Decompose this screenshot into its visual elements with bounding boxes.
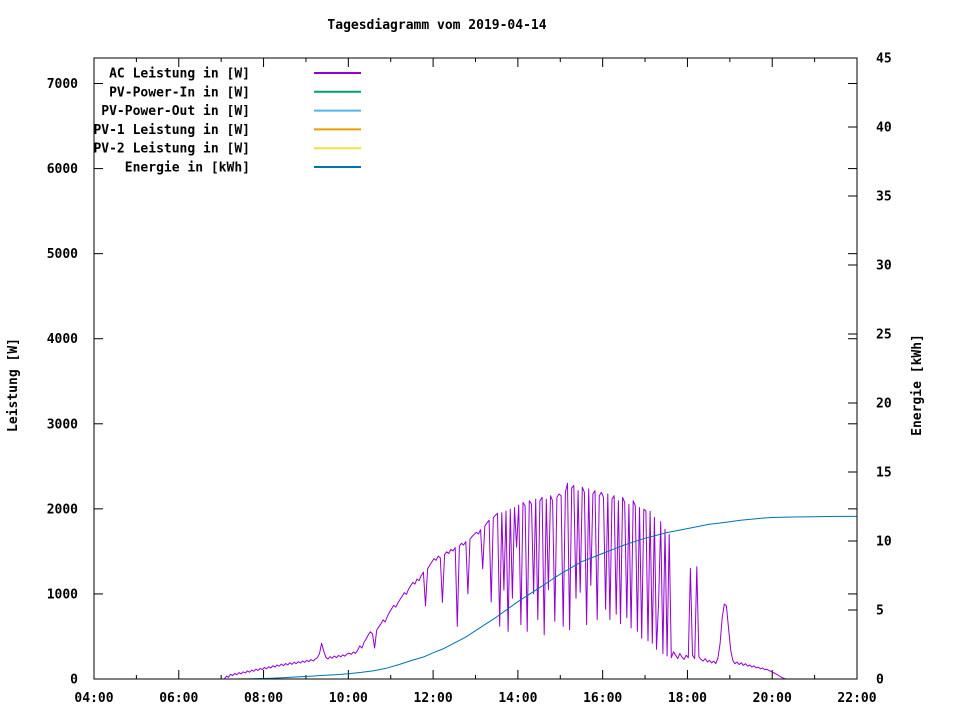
y1-tick-label: 2000: [47, 502, 78, 517]
legend-item: Energie in [kWh]: [125, 161, 361, 176]
x-axis-tick-label: 12:00: [414, 691, 453, 706]
legend-label: PV-Power-Out in [W]: [101, 104, 250, 119]
legend-item: PV-2 Leistung in [W]: [93, 142, 361, 157]
x-axis-tick-label: 22:00: [837, 691, 876, 706]
x-axis-tick-label: 14:00: [498, 691, 537, 706]
y1-tick-label: 1000: [47, 587, 78, 602]
y1-tick-label: 0: [70, 673, 78, 688]
y2-tick-label: 40: [876, 121, 892, 136]
legend-item: AC Leistung in [W]: [109, 67, 361, 82]
series-ac-leistung-in-w: [225, 483, 786, 679]
x-axis-tick-label: 08:00: [244, 691, 283, 706]
legend-label: Energie in [kWh]: [125, 161, 250, 176]
legend-label: AC Leistung in [W]: [109, 67, 250, 82]
y2-tick-label: 45: [876, 52, 892, 67]
legend-item: PV-1 Leistung in [W]: [93, 123, 361, 138]
y2-tick-label: 30: [876, 259, 892, 274]
x-axis-tick-label: 10:00: [329, 691, 368, 706]
x-axis-tick-label: 04:00: [74, 691, 113, 706]
y1-tick-label: 6000: [47, 162, 78, 177]
y2-tick-label: 15: [876, 466, 892, 481]
legend: AC Leistung in [W] PV-Power-In in [W] PV-P…: [93, 67, 361, 176]
chart-title: Tagesdiagramm vom 2019-04-14: [327, 18, 546, 33]
y1-tick-label: 4000: [47, 332, 78, 347]
y2-tick-label: 20: [876, 397, 892, 412]
data-series: [225, 483, 857, 679]
legend-label: PV-2 Leistung in [W]: [93, 142, 250, 157]
legend-item: PV-Power-In in [W]: [109, 85, 361, 100]
x-axis-tick-label: 06:00: [159, 691, 198, 706]
legend-item: PV-Power-Out in [W]: [101, 104, 361, 119]
y1-tick-label: 3000: [47, 417, 78, 432]
legend-label: PV-1 Leistung in [W]: [93, 123, 250, 138]
y1-tick-label: 7000: [47, 77, 78, 92]
y2-axis-label: Energie [kWh]: [910, 334, 925, 436]
y2-tick-label: 10: [876, 535, 892, 550]
x-axis-tick-label: 16:00: [583, 691, 622, 706]
y1-tick-label: 5000: [47, 247, 78, 262]
x-axis-tick-label: 20:00: [753, 691, 792, 706]
chart-canvas: Tagesdiagramm vom 2019-04-14 Leistung [W…: [0, 0, 960, 720]
y2-tick-label: 0: [876, 673, 884, 688]
y2-tick-label: 5: [876, 604, 884, 619]
y1-axis-label: Leistung [W]: [6, 338, 21, 432]
y2-tick-label: 35: [876, 190, 892, 205]
legend-label: PV-Power-In in [W]: [109, 85, 250, 100]
x-axis-tick-label: 18:00: [668, 691, 707, 706]
tagesdiagramm-chart: Tagesdiagramm vom 2019-04-14 Leistung [W…: [0, 0, 960, 720]
y2-tick-label: 25: [876, 328, 892, 343]
